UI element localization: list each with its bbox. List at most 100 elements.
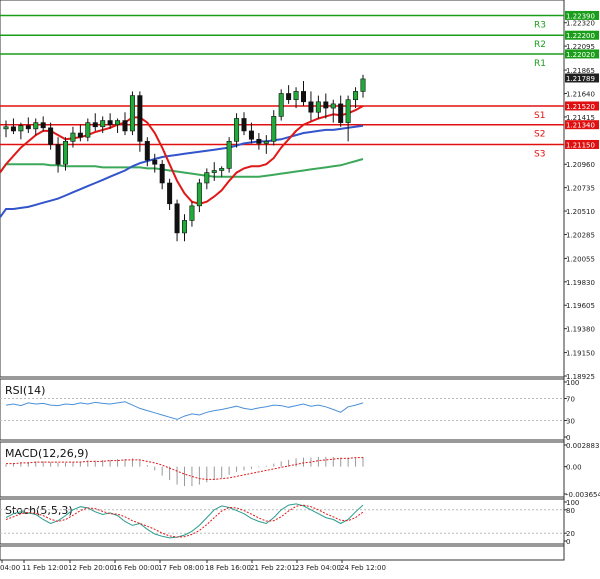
candle-body <box>315 101 321 113</box>
panel-tick-label: 0 <box>566 538 570 546</box>
price-panel: 1.223201.220951.218651.216401.214151.209… <box>0 0 599 560</box>
candle-body <box>70 132 76 142</box>
price-tick-label: 1.19605 <box>566 302 595 310</box>
candle-body <box>55 144 61 165</box>
candle-body <box>308 101 314 113</box>
candle-body <box>278 93 284 117</box>
panel-frame <box>0 498 565 545</box>
candle-body <box>248 130 254 140</box>
panel-frame <box>0 378 565 441</box>
candle-body <box>360 78 366 92</box>
panel-tick-label: -0.003654 <box>566 491 600 499</box>
level-name-r2: R2 <box>534 40 546 50</box>
candle-body <box>10 126 16 132</box>
level-name-r1: R1 <box>534 59 546 69</box>
rsi-panel: 100 70 30 0 RSI(14) <box>0 378 579 442</box>
price-tick-label: 1.20735 <box>566 185 595 193</box>
x-tick-label: 17 Feb 08:00 <box>158 564 204 572</box>
price-tick-label: 1.21640 <box>566 90 595 98</box>
candle-body <box>18 125 24 132</box>
x-axis-frame <box>0 545 565 561</box>
panel-tick-label: 70 <box>566 396 575 404</box>
candle-body <box>122 120 128 132</box>
candle-body <box>300 91 306 103</box>
panel-tick-label: 0.002883 <box>566 442 599 450</box>
level-name-s3: S3 <box>534 149 545 159</box>
price-tick-label: 1.19830 <box>566 279 595 287</box>
level-name-s2: S2 <box>534 130 545 140</box>
panel-tick-label: 0 <box>566 434 570 442</box>
candle-body <box>330 103 336 109</box>
candle-body <box>345 99 351 123</box>
x-tick-label: 24 Feb 12:00 <box>340 564 386 572</box>
candle-body <box>85 122 91 138</box>
candle-body <box>152 159 158 165</box>
panel-tick-label: 80 <box>566 507 575 515</box>
panel-tick-label: 100 <box>566 499 579 507</box>
candle-body <box>40 122 46 129</box>
candle-body <box>167 182 173 205</box>
x-axis: 04:00 11 Feb 12:00 12 Feb 20:00 16 Feb 00:0… <box>0 545 565 572</box>
candle-body <box>189 205 195 221</box>
candle-body <box>62 141 68 165</box>
x-tick-label: 21 Feb 22:01 <box>250 564 296 572</box>
candle-body <box>25 125 31 130</box>
candle-body <box>144 141 150 161</box>
level-value-s3: 1.21150 <box>566 141 595 149</box>
panel-title: MACD(12,26,9) <box>5 447 89 460</box>
candle-body <box>107 120 113 126</box>
x-tick-label: 23 Feb 04:00 <box>295 564 341 572</box>
candle-body <box>137 95 143 142</box>
x-tick-label: 04:00 <box>0 564 20 572</box>
candle-body <box>174 203 180 234</box>
candle-body <box>286 93 292 101</box>
candle-body <box>48 127 54 145</box>
x-tick-label: 12 Feb 20:00 <box>68 564 114 572</box>
price-tick-label: 1.20055 <box>566 255 595 263</box>
level-value-s1: 1.21520 <box>566 103 595 111</box>
price-tick-label: 1.22320 <box>566 20 595 28</box>
x-tick-label: 16 Feb 00:00 <box>113 564 159 572</box>
panel-tick-label: 100 <box>566 379 579 387</box>
price-tick-label: 1.20960 <box>566 161 595 169</box>
ma-green-line <box>0 158 364 178</box>
panel-title: Stoch(5,5,3) <box>5 504 73 517</box>
candle-body <box>271 116 277 142</box>
candle-body <box>3 126 9 130</box>
candle-body <box>241 118 247 132</box>
candle-body <box>159 163 165 184</box>
level-value-s2: 1.21340 <box>566 122 595 130</box>
candle-body <box>338 103 344 123</box>
candle-body <box>182 220 188 234</box>
x-tick-label: 18 Feb 16:00 <box>205 564 251 572</box>
candle-body <box>353 91 359 101</box>
level-name-r3: R3 <box>534 20 546 30</box>
candle-body <box>226 141 232 169</box>
level-value-r2: 1.22200 <box>566 32 595 40</box>
price-tick-label: 1.19150 <box>566 350 595 358</box>
price-tick-label: 1.19380 <box>566 326 595 334</box>
current-price-label: 1.21789 <box>566 75 595 83</box>
candle-body <box>33 122 39 130</box>
candle-body <box>323 101 329 109</box>
candle-body <box>293 91 299 101</box>
level-name-s1: S1 <box>534 111 545 121</box>
stoch-panel: 10080 200 Stoch(5,5,3) <box>0 498 579 546</box>
candle-body <box>219 168 225 171</box>
forex-chart: 1.223201.220951.218651.216401.214151.209… <box>0 0 600 572</box>
price-tick-label: 1.20285 <box>566 231 595 239</box>
level-value-r3: 1.22390 <box>566 12 595 20</box>
panel-title: RSI(14) <box>5 384 45 397</box>
candle-body <box>234 118 240 142</box>
panel-tick-label: 0.00 <box>566 464 582 472</box>
candle-body <box>129 95 135 132</box>
candle-body <box>100 120 106 128</box>
panel-tick-label: 30 <box>566 418 575 426</box>
price-tick-label: 1.20510 <box>566 208 595 216</box>
level-value-r1: 1.22020 <box>566 51 595 59</box>
candle-body <box>263 141 269 144</box>
candle-body <box>211 170 217 173</box>
candle-body <box>204 172 210 184</box>
macd-panel: 0.002883 0.00 -0.003654 MACD(12,26,9) <box>0 441 600 499</box>
rsi-line <box>5 401 364 420</box>
